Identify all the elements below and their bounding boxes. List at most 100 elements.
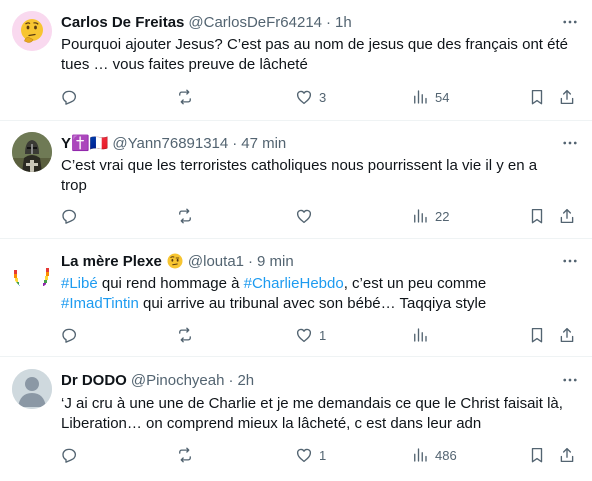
avatar[interactable] [12,132,52,172]
reply-button[interactable] [60,325,84,345]
tweet-text-line: #ImadTintin qui arrive au tribunal avec … [61,294,571,314]
share-button[interactable] [558,87,576,107]
tweet-text: ‘J ai cru à une une de Charlie et je me … [61,394,571,434]
tweet-text: C’est vrai que les terroristes catholiqu… [61,156,571,196]
retweet-icon [179,89,191,105]
share-button[interactable] [558,206,576,226]
retweet-button[interactable] [176,87,200,107]
like-button[interactable]: 1 [295,325,326,345]
more-options-button[interactable] [560,251,580,271]
tweet-actions: 22 [0,206,592,226]
share-icon [560,89,574,105]
timestamp[interactable]: 2h [237,372,254,389]
tweet-header: Carlos De Freitas @CarlosDeFr64214 · 1h [61,12,352,32]
tweet-carlos[interactable]: Carlos De Freitas @CarlosDeFr64214 · 1h … [0,0,592,121]
user-handle[interactable]: @Yann76891314 [112,135,228,152]
face-with-raised-eyebrow-icon [166,252,184,270]
heart-icon [296,90,312,105]
reply-icon [62,328,77,343]
views-button[interactable] [411,325,435,345]
bookmark-icon [531,89,543,105]
like-button[interactable]: 3 [295,87,326,107]
avatar[interactable] [12,11,52,51]
tweet-text-line: C’est vrai que les terroristes catholiqu… [61,157,538,174]
like-button[interactable] [295,206,319,226]
knight-avatar-icon [12,132,52,172]
views-chart-icon [414,209,427,223]
display-name[interactable]: Dr DODO [61,372,127,389]
bookmark-button[interactable] [528,325,546,345]
views-button[interactable]: 22 [411,206,449,226]
retweet-button[interactable] [176,206,200,226]
separator-dot: · [326,13,332,31]
tweet-yann[interactable]: Y✝️🇫🇷 @Yann76891314 · 47 min C’est vrai … [0,121,592,239]
retweet-icon [179,208,191,224]
text-fragment: , c’est un peu comme [343,275,487,292]
more-horizontal-icon [563,141,577,145]
user-handle[interactable]: @CarlosDeFr64214 [188,14,322,31]
views-button[interactable]: 54 [411,87,449,107]
share-icon [560,327,574,343]
tweet-text-line: tues … vous faites preuve de lâcheté [61,56,308,73]
display-name[interactable]: Carlos De Freitas [61,14,184,31]
reply-button[interactable] [60,445,84,465]
display-name[interactable]: La mère Plexe [61,253,162,270]
view-count: 54 [435,89,450,105]
avatar[interactable] [12,369,52,409]
separator-dot: · [248,252,254,270]
heart-icon [296,209,312,224]
reply-button[interactable] [60,206,84,226]
tweet-actions: 1 [0,325,592,345]
tweet-header: La mère Plexe @louta1 · 9 min [61,251,294,271]
tweet-text-line: ‘J ai cru à une une de Charlie et je me … [61,395,563,412]
bookmark-button[interactable] [528,445,546,465]
like-count: 3 [319,89,327,105]
reply-button[interactable] [60,87,84,107]
share-button[interactable] [558,325,576,345]
heart-icon [296,448,312,463]
share-icon [560,208,574,224]
tweet-louta[interactable]: La mère Plexe @louta1 · 9 min #Libé qui … [0,239,592,357]
tweet-text-line: Liberation… on comprend mieux la lâcheté… [61,415,482,432]
reply-icon [62,448,77,463]
bookmark-button[interactable] [528,206,546,226]
thinking-emoji-icon [12,11,52,51]
retweet-icon [179,447,191,463]
retweet-button[interactable] [176,325,200,345]
reply-icon [62,209,77,224]
hashtag-link[interactable]: #Libé [61,275,98,292]
tweet-header: Y✝️🇫🇷 @Yann76891314 · 47 min [61,133,286,153]
text-fragment: qui arrive au tribunal avec son bébé… Ta… [138,295,487,312]
tweet-actions: 1 486 [0,445,592,465]
retweet-button[interactable] [176,445,200,465]
more-options-button[interactable] [560,12,580,32]
avatar[interactable] [12,250,52,290]
heart-icon [296,328,312,343]
views-chart-icon [414,448,427,462]
tweet-dodo[interactable]: Dr DODO @Pinochyeah · 2h ‘J ai cru à une… [0,357,592,481]
views-chart-icon [414,90,427,104]
share-button[interactable] [558,445,576,465]
bookmark-button[interactable] [528,87,546,107]
tweet-header: Dr DODO @Pinochyeah · 2h [61,370,254,390]
more-horizontal-icon [563,378,577,382]
more-options-button[interactable] [560,370,580,390]
tweet-text: #Libé qui rend hommage à #CharlieHebdo, … [61,274,571,314]
default-profile-icon [12,369,52,409]
user-handle[interactable]: @Pinochyeah [131,372,225,389]
user-handle[interactable]: @louta1 [188,253,244,270]
tweet-feed: Carlos De Freitas @CarlosDeFr64214 · 1h … [0,0,592,481]
like-button[interactable]: 1 [295,445,326,465]
timestamp[interactable]: 1h [335,14,352,31]
views-button[interactable]: 486 [411,445,457,465]
more-options-button[interactable] [560,133,580,153]
view-count: 22 [435,208,450,224]
display-name[interactable]: Y✝️🇫🇷 [61,134,108,152]
hashtag-link[interactable]: #CharlieHebdo [244,275,344,292]
timestamp[interactable]: 47 min [241,135,286,152]
timestamp[interactable]: 9 min [257,253,294,270]
bookmark-icon [531,327,543,343]
bookmark-icon [531,208,543,224]
hashtag-link[interactable]: #ImadTintin [61,295,139,312]
views-chart-icon [414,328,427,342]
